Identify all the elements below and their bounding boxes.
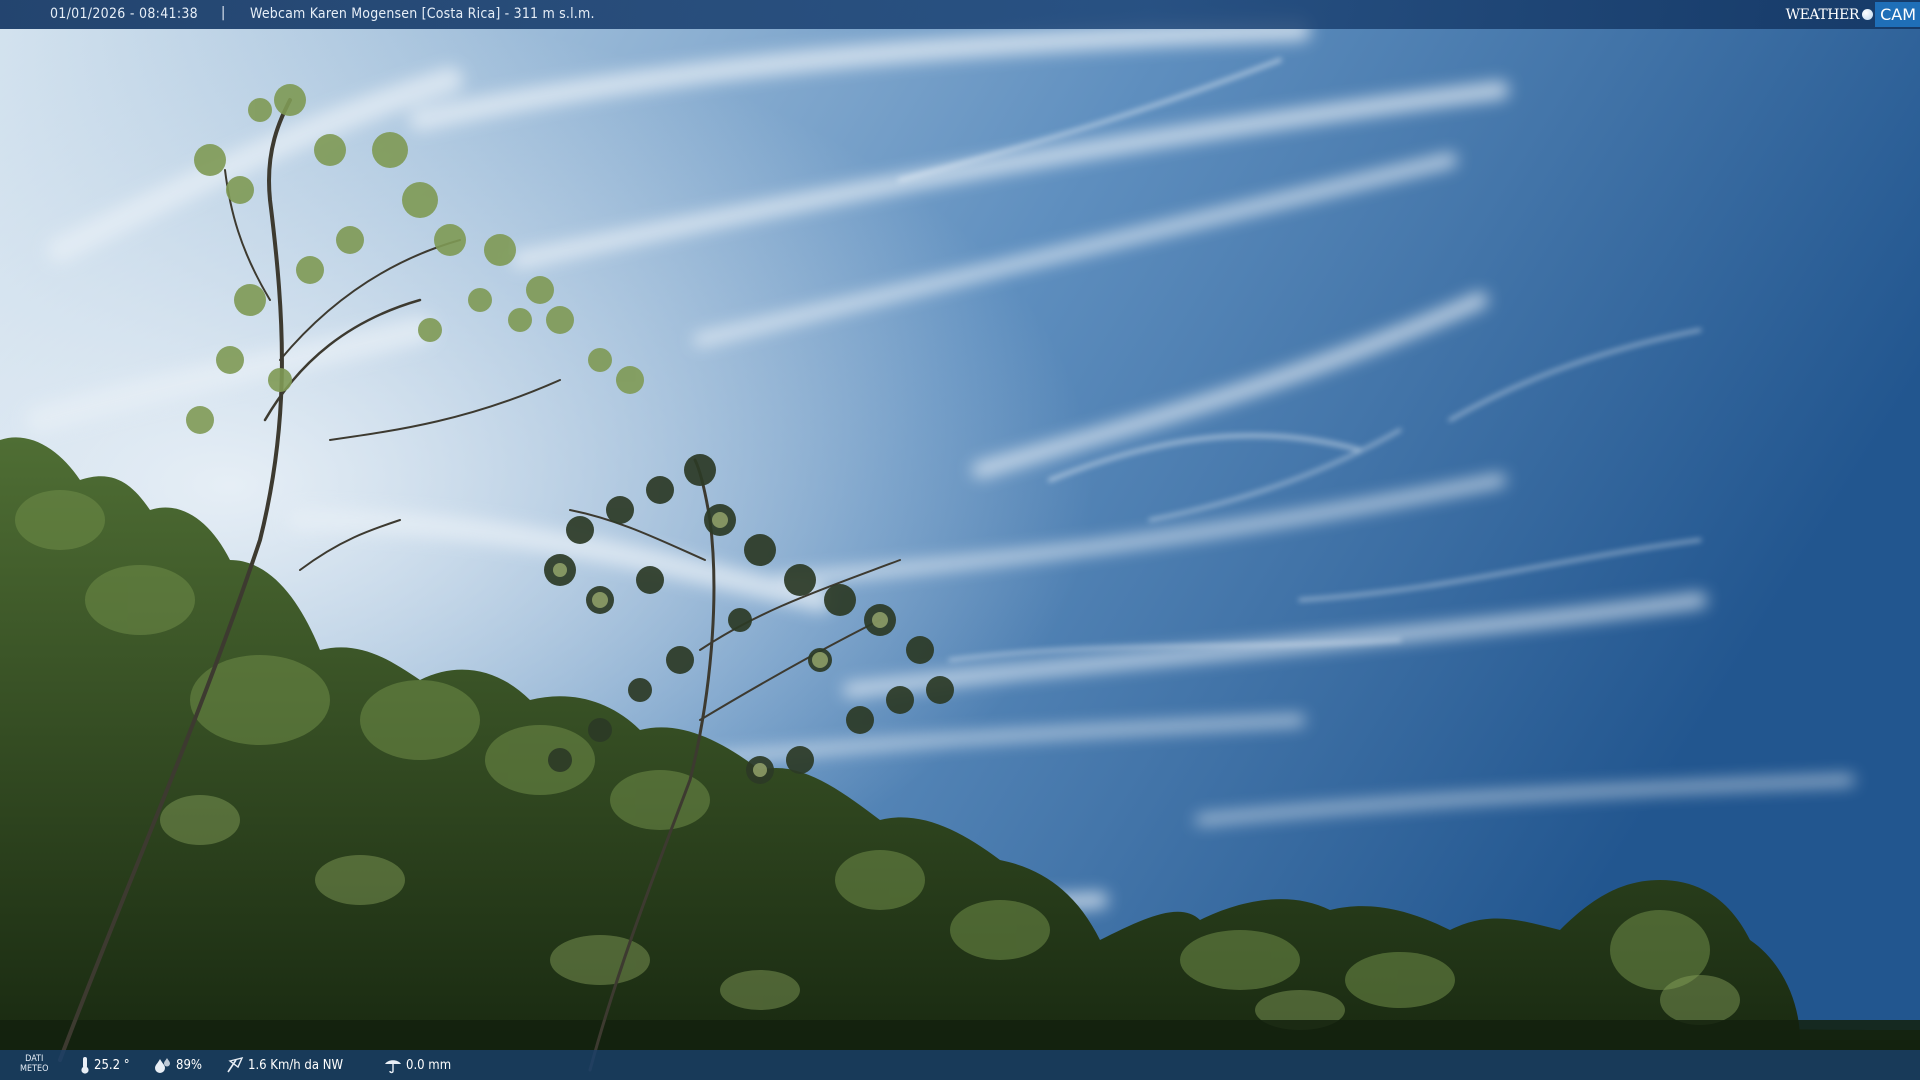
humidity-drop-icon	[155, 1058, 170, 1073]
wind-icon	[227, 1056, 244, 1073]
rain-reading: 0.0 mm	[384, 1050, 451, 1080]
humidity-value: 89%	[176, 1057, 202, 1073]
humidity-reading: 89%	[154, 1050, 202, 1080]
webcam-image	[0, 0, 1920, 1080]
wind-value: 1.6 Km/h da NW	[248, 1057, 344, 1073]
rain-icon	[385, 1060, 401, 1074]
timestamp: 01/01/2026 - 08:41:38	[50, 6, 198, 22]
weather-data-bar: DATI METEO 25.2 ° 89% 1.6 Km/h da NW 0.0…	[0, 1050, 1920, 1080]
logo-cam-text: CAM	[1875, 2, 1920, 27]
wind-reading: 1.6 Km/h da NW	[226, 1050, 343, 1080]
weather-data-label-line2: METEO	[20, 1064, 49, 1074]
logo-globe-icon	[1862, 9, 1874, 20]
top-overlay-bar: 01/01/2026 - 08:41:38 | Webcam Karen Mog…	[0, 0, 1920, 29]
camera-title: Webcam Karen Mogensen [Costa Rica] - 311…	[250, 6, 595, 22]
temperature-value: 25.2 °	[94, 1057, 130, 1073]
title-separator: |	[221, 5, 226, 21]
weather-data-label-line1: DATI	[25, 1054, 44, 1064]
weathercam-logo: WEATHER CAM	[1786, 0, 1920, 29]
temperature-reading: 25.2 °	[80, 1050, 130, 1080]
thermometer-icon	[81, 1057, 89, 1074]
weather-data-label: DATI METEO	[20, 1054, 49, 1074]
rain-value: 0.0 mm	[406, 1057, 452, 1073]
logo-weather-text: WEATHER	[1785, 6, 1860, 23]
webcam-view: 01/01/2026 - 08:41:38 | Webcam Karen Mog…	[0, 0, 1920, 1080]
